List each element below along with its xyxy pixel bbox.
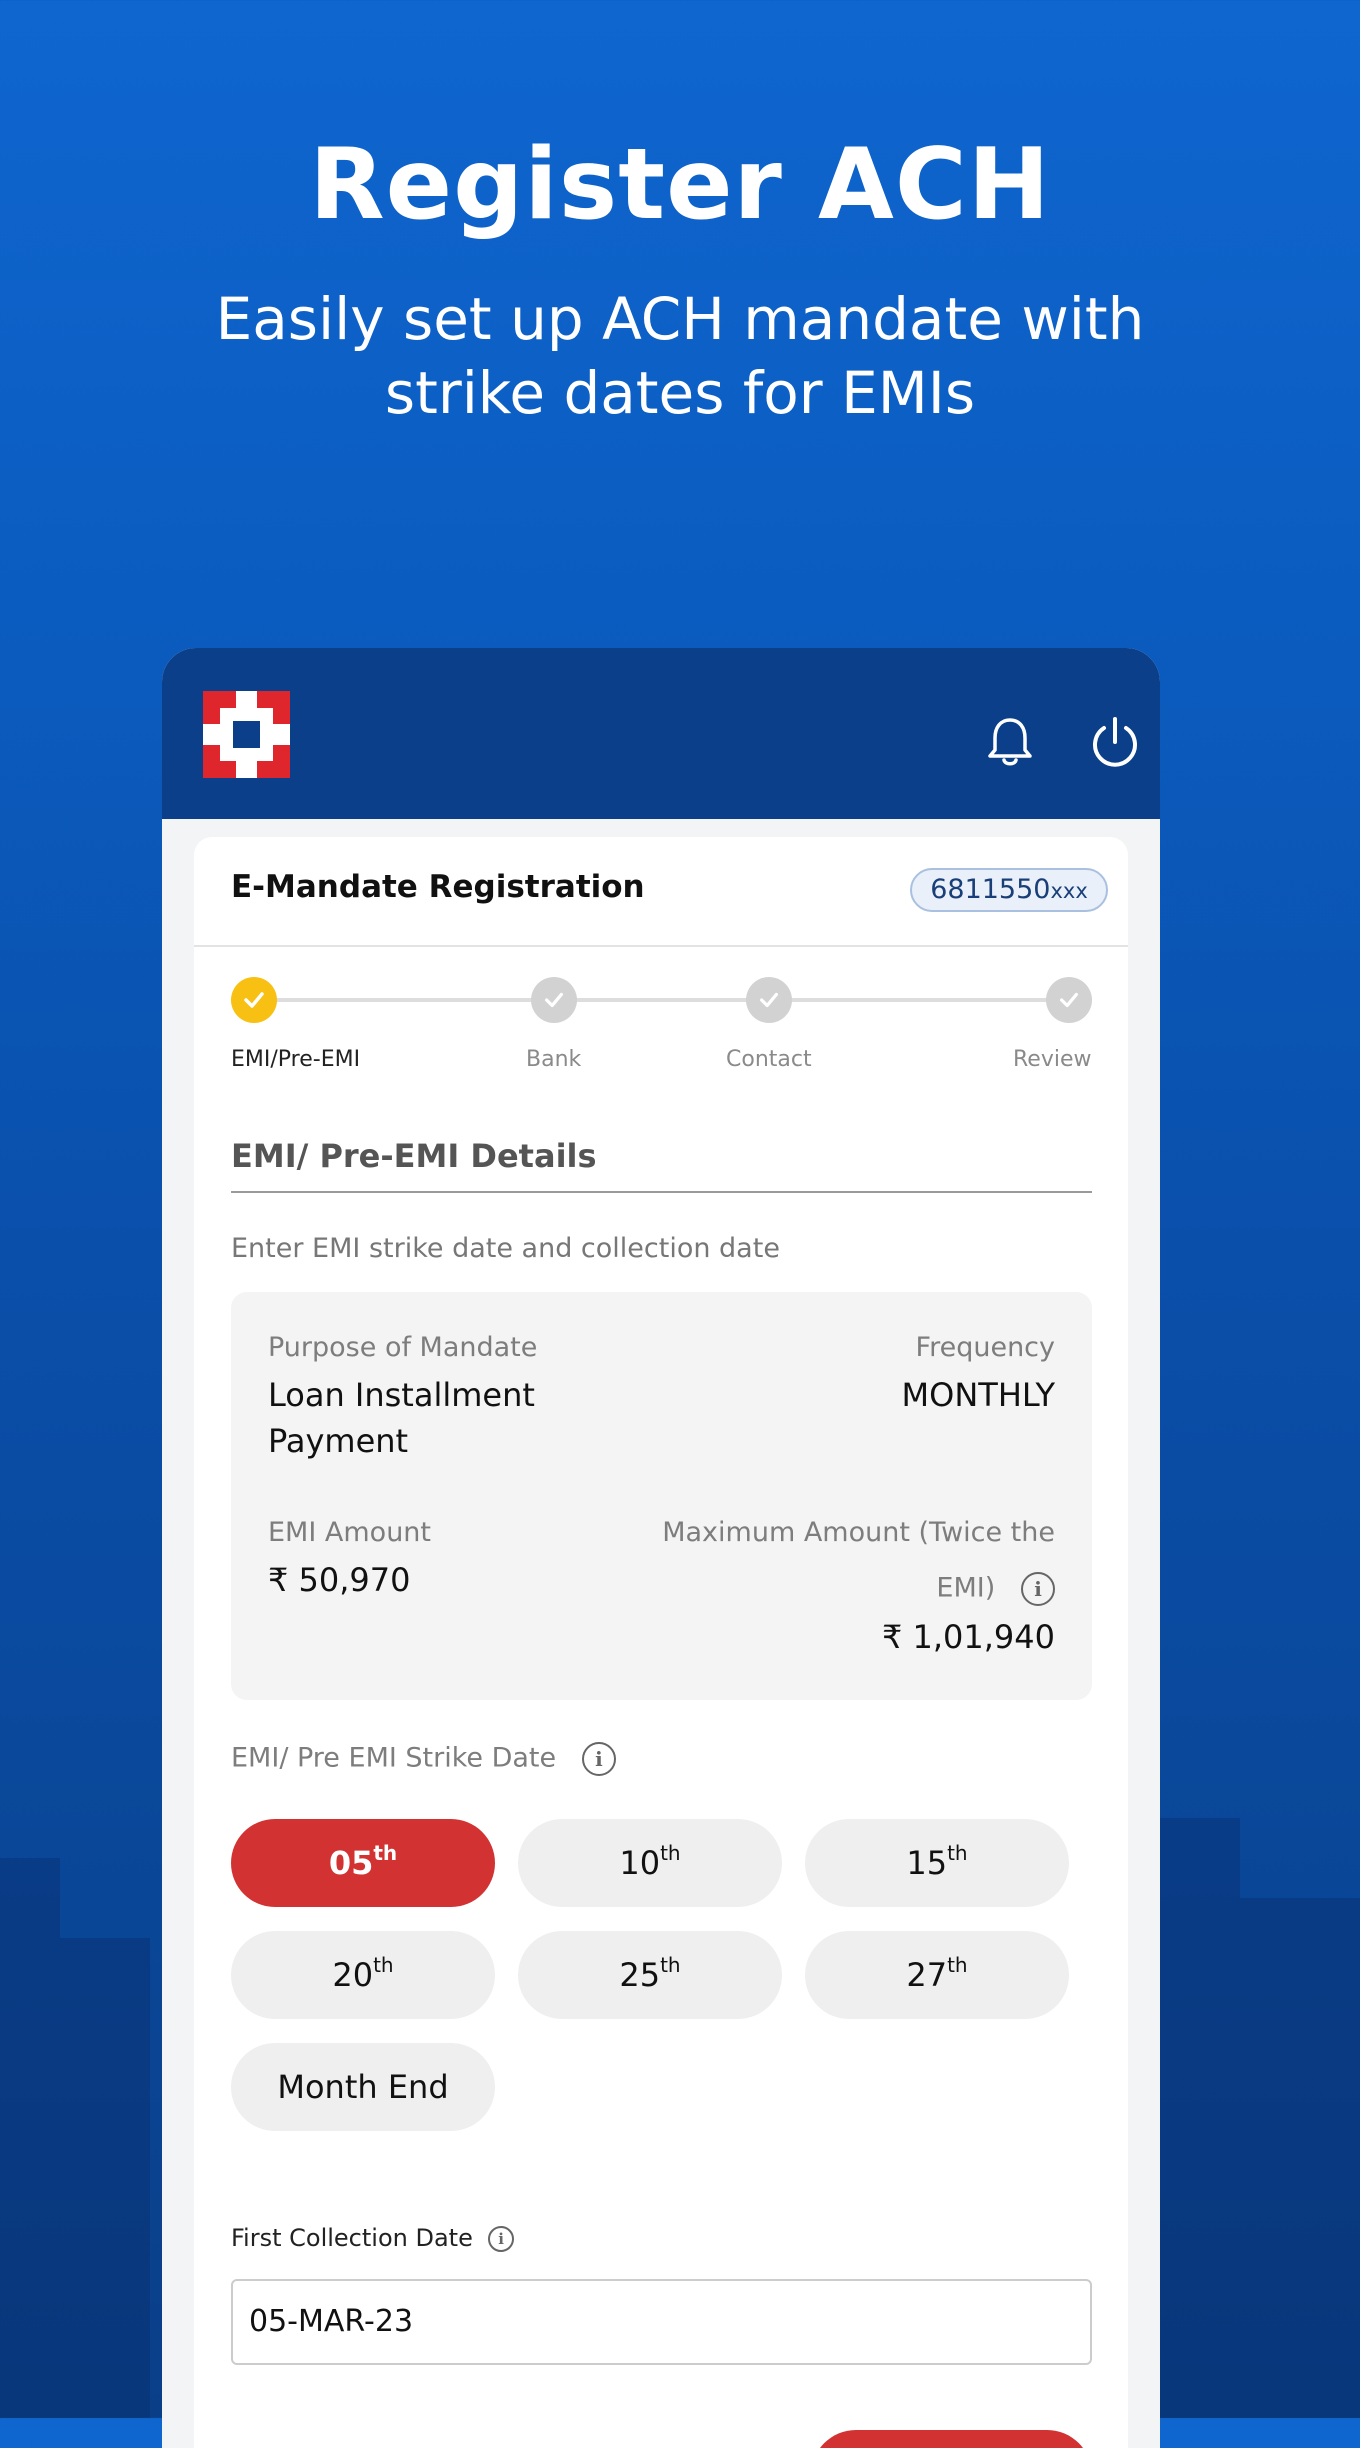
- step-emi-dot: [231, 977, 277, 1023]
- section-divider: [231, 1191, 1092, 1193]
- purpose-label: Purpose of Mandate: [268, 1332, 538, 1363]
- strike-date-number: 25: [619, 1956, 661, 1994]
- stepper-track: [254, 998, 1054, 1002]
- step-contact-dot: [746, 977, 792, 1023]
- ordinal-suffix: th: [373, 1841, 398, 1865]
- strike-date-option-15[interactable]: 15th: [805, 1819, 1069, 1907]
- strike-date-number: 15: [906, 1844, 948, 1882]
- max-amount-label-line2: EMI) i: [936, 1572, 1055, 1606]
- app-header: [162, 648, 1160, 819]
- section-title: EMI/ Pre-EMI Details: [231, 1137, 597, 1175]
- account-number: 6811550: [930, 874, 1051, 905]
- check-icon: [545, 992, 563, 1008]
- strike-date-option-05[interactable]: 05th: [231, 1819, 495, 1907]
- check-icon: [760, 992, 778, 1008]
- step-review-label: Review: [1013, 1047, 1092, 1072]
- hero-title: Register ACH: [309, 128, 1051, 242]
- info-icon[interactable]: i: [488, 2226, 515, 2252]
- app-screen: E-Mandate Registration 6811550xxx EMI/Pr…: [162, 648, 1160, 2448]
- card-title: E-Mandate Registration: [231, 869, 645, 905]
- mandate-details-box: Purpose of Mandate Loan Installment Paym…: [231, 1292, 1092, 1700]
- ordinal-suffix: th: [947, 1841, 968, 1865]
- strike-date-number: 20: [332, 1956, 374, 1994]
- content-area: E-Mandate Registration 6811550xxx EMI/Pr…: [162, 819, 1160, 2448]
- first-collection-date-field[interactable]: 05-MAR-23: [231, 2279, 1092, 2365]
- max-amount-value: ₹ 1,01,940: [881, 1618, 1055, 1656]
- bell-icon[interactable]: [982, 714, 1038, 770]
- hero-subtitle: Easily set up ACH mandate with strike da…: [215, 285, 1145, 427]
- emi-amount-label: EMI Amount: [268, 1517, 432, 1548]
- strike-date-option-10[interactable]: 10th: [518, 1819, 782, 1907]
- emi-amount-value: ₹ 50,970: [268, 1561, 411, 1599]
- frequency-label: Frequency: [915, 1332, 1055, 1363]
- check-icon: [244, 992, 264, 1008]
- account-number-badge: 6811550xxx: [910, 868, 1108, 912]
- max-amount-label-line1: Maximum Amount (Twice the: [662, 1517, 1055, 1548]
- first-collection-label-text: First Collection Date: [231, 2224, 473, 2252]
- step-contact-label: Contact: [726, 1047, 812, 1072]
- ordinal-suffix: th: [373, 1953, 394, 1977]
- strike-date-option-25[interactable]: 25th: [518, 1931, 782, 2019]
- power-icon[interactable]: [1087, 714, 1143, 770]
- info-icon[interactable]: i: [1021, 1572, 1055, 1606]
- mandate-card: E-Mandate Registration 6811550xxx EMI/Pr…: [194, 837, 1128, 2448]
- first-collection-label: First Collection Date i: [231, 2224, 515, 2252]
- ordinal-suffix: th: [660, 1953, 681, 1977]
- strike-date-number: Month End: [277, 2068, 449, 2106]
- frequency-value: MONTHLY: [901, 1376, 1055, 1414]
- strike-date-label: EMI/ Pre EMI Strike Date i: [231, 1742, 616, 1776]
- check-icon: [1060, 992, 1078, 1008]
- strike-date-number: 05: [328, 1844, 374, 1882]
- progress-stepper: EMI/Pre-EMI Bank Contact Review: [194, 977, 1128, 1077]
- step-bank-label: Bank: [526, 1047, 582, 1072]
- continue-button[interactable]: [811, 2430, 1092, 2448]
- strike-date-option-month-end[interactable]: Month End: [231, 2043, 495, 2131]
- max-amount-label-text: EMI): [936, 1572, 996, 1604]
- account-mask: xxx: [1050, 879, 1088, 903]
- purpose-value: Loan Installment Payment: [268, 1376, 535, 1460]
- strike-date-option-20[interactable]: 20th: [231, 1931, 495, 2019]
- strike-date-number: 10: [619, 1844, 661, 1882]
- step-emi-label: EMI/Pre-EMI: [231, 1047, 361, 1072]
- card-header: E-Mandate Registration 6811550xxx: [194, 837, 1128, 947]
- strike-date-label-text: EMI/ Pre EMI Strike Date: [231, 1742, 557, 1774]
- section-description: Enter EMI strike date and collection dat…: [231, 1233, 780, 1264]
- ordinal-suffix: th: [660, 1841, 681, 1865]
- step-review-dot: [1046, 977, 1092, 1023]
- strike-date-number: 27: [906, 1956, 948, 1994]
- strike-date-option-27[interactable]: 27th: [805, 1931, 1069, 2019]
- hdfc-logo: [203, 691, 290, 778]
- step-bank-dot: [531, 977, 577, 1023]
- ordinal-suffix: th: [947, 1953, 968, 1977]
- info-icon[interactable]: i: [581, 1742, 616, 1776]
